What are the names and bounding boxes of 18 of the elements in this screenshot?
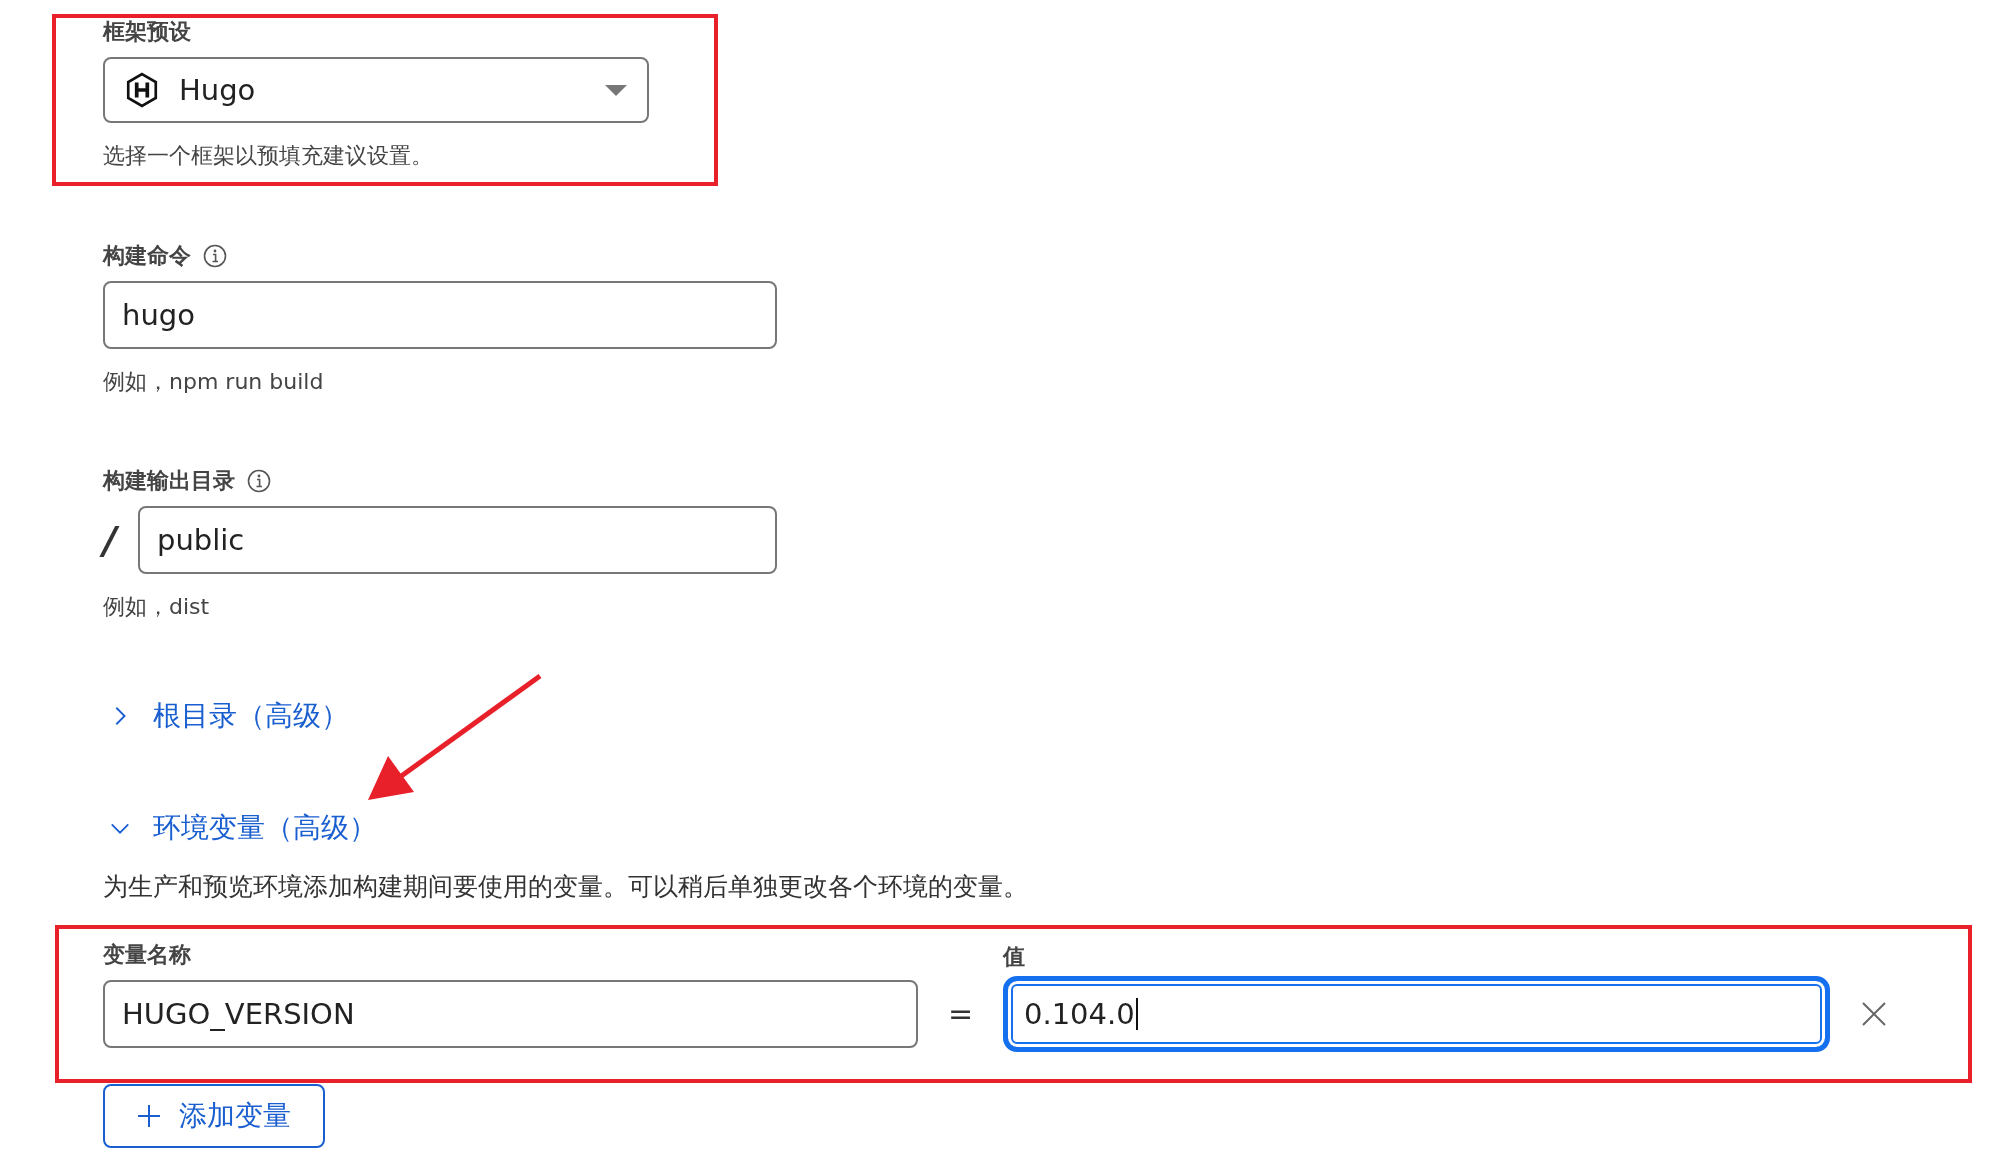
input-field[interactable]: public: [138, 506, 777, 574]
input-field[interactable]: HUGO_VERSION: [103, 980, 918, 1048]
field-label: 框架预设: [103, 18, 192, 46]
section-toggle[interactable]: 根目录（高级）: [103, 696, 349, 736]
hint-text: 例如，npm run build: [103, 368, 325, 396]
hint-text: 例如，dist: [103, 593, 211, 621]
framework-dropdown[interactable]: Hugo: [103, 57, 649, 123]
input-field[interactable]: 0.104.0: [1003, 976, 1830, 1052]
field-label: 变量名称: [103, 941, 192, 969]
hint-text: 选择一个框架以预填充建议设置。: [103, 142, 434, 170]
section-description: 为生产和预览环境添加构建期间要使用的变量。可以稍后单独更改各个环境的变量。: [103, 871, 1029, 903]
field-label: 构建命令: [103, 242, 191, 270]
field-label: 构建输出目录: [103, 467, 235, 495]
field-label: 值: [1003, 943, 1026, 971]
section-toggle[interactable]: 环境变量（高级）: [103, 808, 377, 848]
add-variable-button[interactable]: 添加变量: [103, 1084, 325, 1148]
equals-sign: =: [946, 995, 975, 1033]
input-field[interactable]: hugo: [103, 281, 777, 349]
